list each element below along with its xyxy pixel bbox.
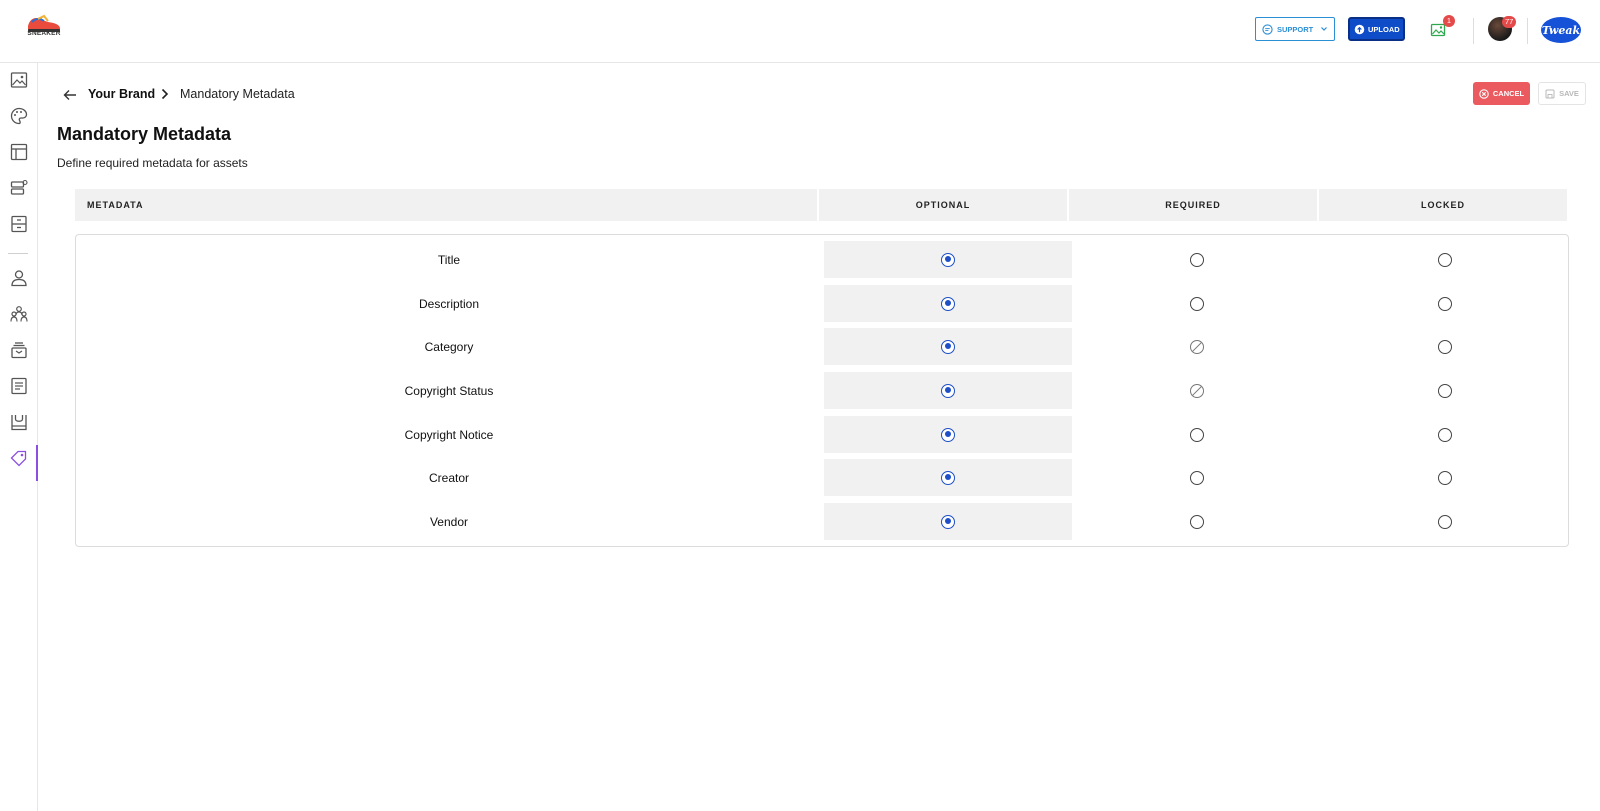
optional-radio[interactable] xyxy=(941,339,955,354)
brand-logo[interactable]: SNEAKER xyxy=(24,12,64,46)
close-circle-icon xyxy=(1479,88,1489,99)
topbar-divider xyxy=(1527,18,1528,44)
archive-icon xyxy=(11,215,27,233)
table-row: Title xyxy=(76,241,1568,278)
required-radio[interactable] xyxy=(1190,514,1204,529)
image-icon xyxy=(10,72,28,88)
metadata-name: Vendor xyxy=(429,514,469,529)
table-row: Copyright Status xyxy=(76,372,1568,409)
support-label: SUPPORT xyxy=(1277,24,1314,34)
metadata-name: Copyright Notice xyxy=(404,427,494,442)
locked-radio[interactable] xyxy=(1438,339,1452,354)
chevron-right-icon xyxy=(161,88,169,100)
chevron-down-icon xyxy=(1321,27,1327,31)
metadata-name: Title xyxy=(437,252,461,267)
locked-radio[interactable] xyxy=(1438,427,1452,442)
required-radio[interactable] xyxy=(1190,252,1204,267)
optional-radio[interactable] xyxy=(941,296,955,311)
back-button[interactable] xyxy=(60,85,80,105)
locked-radio[interactable] xyxy=(1438,383,1452,398)
upload-cloud-icon xyxy=(1354,24,1365,34)
layout-icon xyxy=(10,143,28,161)
topbar-divider xyxy=(1473,18,1474,44)
required-radio-disabled xyxy=(1190,383,1204,398)
top-bar: SNEAKER SUPPORT UPLOAD 1 77 Tweak xyxy=(0,0,1600,63)
required-radio[interactable] xyxy=(1190,427,1204,442)
sidebar-item-documents[interactable] xyxy=(9,376,29,396)
required-radio-disabled xyxy=(1190,339,1204,354)
optional-radio[interactable] xyxy=(941,470,955,485)
tweak-logo[interactable]: Tweak xyxy=(1541,17,1581,43)
sidebar-item-user[interactable] xyxy=(9,268,29,288)
column-header-required: REQUIRED xyxy=(1069,189,1317,221)
sidebar-item-inbox[interactable] xyxy=(9,340,29,360)
metadata-table: Title Description Category Copyright Sta… xyxy=(75,234,1569,547)
column-header-locked: LOCKED xyxy=(1319,189,1567,221)
document-list-icon xyxy=(11,377,27,395)
users-group-icon xyxy=(10,306,28,322)
locked-radio[interactable] xyxy=(1438,252,1452,267)
inbox-stack-icon xyxy=(11,342,27,359)
optional-radio[interactable] xyxy=(941,427,955,442)
table-row: Description xyxy=(76,285,1568,322)
table-header: METADATA OPTIONAL REQUIRED LOCKED xyxy=(75,189,1569,221)
metadata-name: Description xyxy=(418,296,480,311)
table-row: Category xyxy=(76,328,1568,365)
upload-button[interactable]: UPLOAD xyxy=(1348,17,1405,41)
save-icon xyxy=(1545,89,1555,98)
locked-radio[interactable] xyxy=(1438,514,1452,529)
sidebar-item-metadata[interactable] xyxy=(9,448,29,468)
palette-icon xyxy=(10,107,28,125)
sidebar-item-archive[interactable] xyxy=(9,214,29,234)
optional-radio[interactable] xyxy=(941,514,955,529)
cancel-button[interactable]: CANCEL xyxy=(1473,82,1530,105)
locked-radio[interactable] xyxy=(1438,296,1452,311)
column-header-optional: OPTIONAL xyxy=(819,189,1067,221)
required-radio[interactable] xyxy=(1190,296,1204,311)
sidebar-active-indicator xyxy=(36,445,38,481)
support-dropdown-button[interactable]: SUPPORT xyxy=(1255,17,1335,41)
metadata-name: Category xyxy=(424,339,474,354)
sidebar-item-palette[interactable] xyxy=(9,106,29,126)
avatar-badge: 77 xyxy=(1502,16,1517,28)
sidebar-item-layout[interactable] xyxy=(9,142,29,162)
sidebar-item-database[interactable] xyxy=(9,178,29,198)
optional-radio[interactable] xyxy=(941,252,955,267)
gallery-badge: 1 xyxy=(1443,15,1455,27)
optional-radio[interactable] xyxy=(941,383,955,398)
table-row: Vendor xyxy=(76,503,1568,540)
required-radio[interactable] xyxy=(1190,470,1204,485)
table-row: Copyright Notice xyxy=(76,416,1568,453)
column-header-metadata: METADATA xyxy=(75,189,817,221)
chat-icon xyxy=(1262,23,1273,35)
save-label: SAVE xyxy=(1559,89,1579,98)
upload-label: UPLOAD xyxy=(1368,24,1400,34)
cancel-label: CANCEL xyxy=(1492,89,1525,98)
sidebar-item-teams[interactable] xyxy=(9,304,29,324)
user-icon xyxy=(11,270,27,287)
metadata-name: Copyright Status xyxy=(404,383,494,398)
store-icon xyxy=(11,415,27,431)
locked-radio[interactable] xyxy=(1438,470,1452,485)
page-subtitle: Define required metadata for assets xyxy=(57,156,248,170)
save-button[interactable]: SAVE xyxy=(1538,82,1586,105)
table-row: Creator xyxy=(76,459,1568,496)
page-title: Mandatory Metadata xyxy=(57,124,232,144)
tag-icon xyxy=(10,450,27,467)
arrow-left-icon xyxy=(63,90,76,100)
sidebar-item-images[interactable] xyxy=(9,70,29,90)
breadcrumb-current: Mandatory Metadata xyxy=(180,87,295,101)
sidebar-divider xyxy=(8,253,28,254)
logo-text: SNEAKER xyxy=(27,30,61,37)
breadcrumb-parent[interactable]: Your Brand xyxy=(88,85,155,103)
sidebar-item-store[interactable] xyxy=(9,412,29,432)
metadata-name: Creator xyxy=(428,470,469,485)
sidebar xyxy=(0,63,38,811)
database-settings-icon xyxy=(10,179,28,195)
